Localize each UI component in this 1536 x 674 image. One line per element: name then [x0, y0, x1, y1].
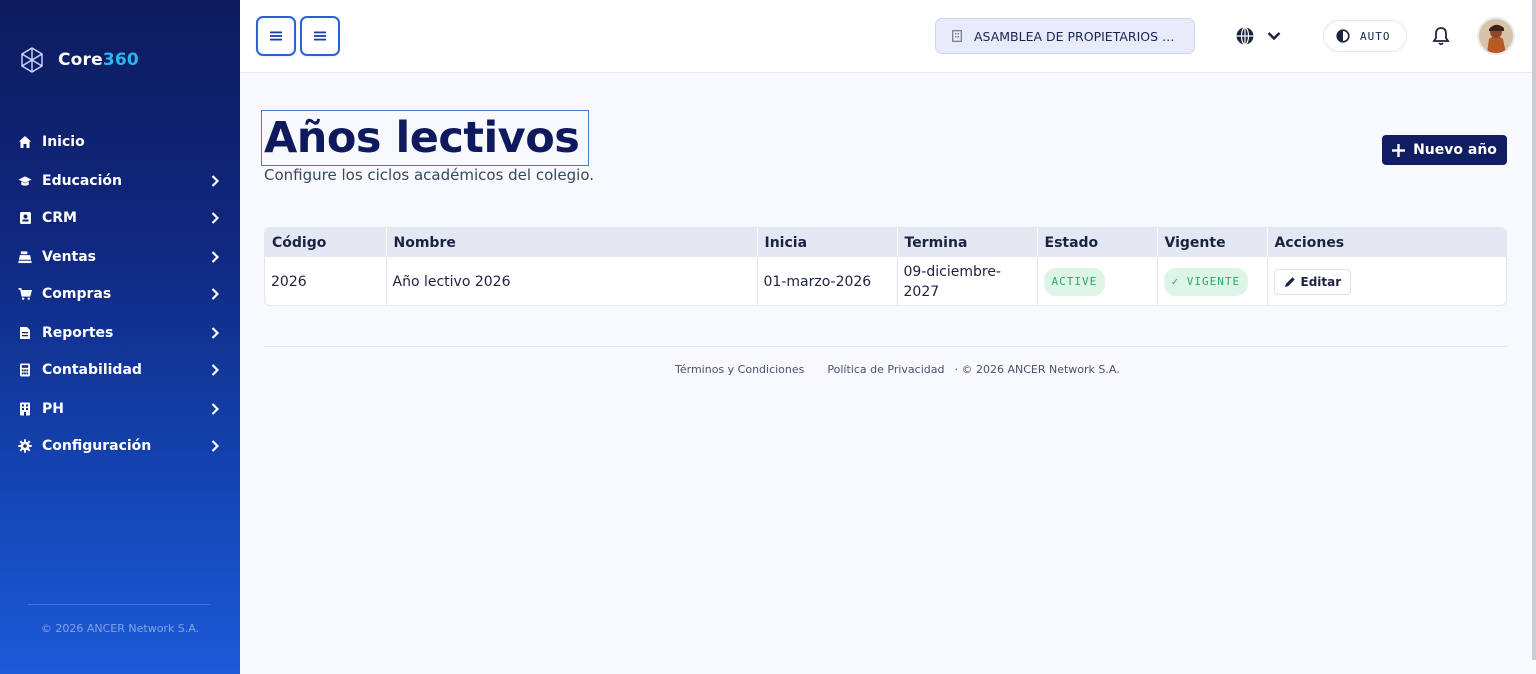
- sidebar: Core360 Inicio Educación CRM Ventas Comp…: [0, 0, 240, 674]
- globe-icon[interactable]: [1234, 25, 1256, 47]
- page-title: Años lectivos: [264, 113, 580, 163]
- chevron-right-icon: [211, 440, 220, 452]
- chevron-right-icon: [211, 327, 220, 339]
- sidebar-item-ph[interactable]: PH: [0, 390, 240, 428]
- new-year-button[interactable]: Nuevo año: [1382, 135, 1507, 165]
- page-subtitle: Configure los ciclos académicos del cole…: [264, 166, 595, 184]
- sidebar-item-label: Configuración: [42, 438, 152, 454]
- cell-termina: 09-diciembre-2027: [897, 257, 1038, 305]
- menu-icon: [314, 31, 326, 41]
- contrast-icon: [1336, 29, 1350, 43]
- cell-codigo: 2026: [265, 257, 387, 305]
- current-badge: ✓ VIGENTE: [1163, 267, 1249, 296]
- organization-selector[interactable]: ASAMBLEA DE PROPIETARIOS DE ...: [935, 18, 1195, 54]
- sidebar-item-label: Compras: [42, 286, 112, 302]
- table-row: 2026 Año lectivo 2026 01-marzo-2026 09-d…: [265, 257, 1506, 305]
- cash-register-icon: [18, 250, 32, 264]
- chevron-right-icon: [211, 364, 220, 376]
- column-header-codigo[interactable]: Código: [265, 228, 387, 257]
- sidebar-item-reportes[interactable]: Reportes: [0, 314, 240, 352]
- page-scrollbar[interactable]: [1532, 0, 1536, 660]
- chevron-right-icon: [211, 288, 220, 300]
- user-avatar[interactable]: [1477, 17, 1515, 55]
- sidebar-item-label: Ventas: [42, 249, 97, 265]
- core360-logo-icon: [21, 47, 43, 73]
- edit-button-label: Editar: [1300, 274, 1342, 289]
- organization-name: ASAMBLEA DE PROPIETARIOS DE ...: [974, 28, 1184, 44]
- footer-copyright: · © 2026 ANCER Network S.A.: [954, 363, 1120, 376]
- plus-icon: [1392, 143, 1406, 157]
- sidebar-divider: [28, 604, 210, 605]
- brand-logo[interactable]: Core360: [18, 46, 139, 74]
- theme-label: AUTO: [1360, 29, 1391, 43]
- calculator-icon: [18, 363, 32, 377]
- sidebar-item-educacion[interactable]: Educación: [0, 162, 240, 200]
- sidebar-item-label: Contabilidad: [42, 362, 142, 378]
- sidebar-item-ventas[interactable]: Ventas: [0, 238, 240, 276]
- bell-icon[interactable]: [1431, 25, 1451, 47]
- sidebar-item-configuracion[interactable]: Configuración: [0, 427, 240, 465]
- cell-inicia: 01-marzo-2026: [757, 257, 898, 305]
- user-photo-icon: [1479, 19, 1513, 53]
- column-header-vigente[interactable]: Vigente: [1157, 228, 1268, 257]
- cell-estado: ACTIVE: [1037, 257, 1158, 305]
- sidebar-item-compras[interactable]: Compras: [0, 275, 240, 313]
- toggle-menu-button[interactable]: [300, 16, 340, 56]
- sidebar-item-label: Educación: [42, 173, 122, 189]
- sidebar-item-inicio[interactable]: Inicio: [0, 123, 240, 161]
- gear-icon: [18, 439, 32, 453]
- sidebar-copyright: © 2026 ANCER Network S.A.: [40, 622, 200, 635]
- page-footer: Términos y Condiciones Política de Priva…: [675, 363, 1120, 376]
- chevron-right-icon: [211, 212, 220, 224]
- building-icon: [18, 402, 32, 416]
- toggle-sidebar-button[interactable]: [256, 16, 296, 56]
- sidebar-item-label: PH: [42, 401, 64, 417]
- chevron-right-icon: [211, 251, 220, 263]
- sidebar-item-crm[interactable]: CRM: [0, 199, 240, 237]
- sidebar-item-label: Reportes: [42, 325, 114, 341]
- chevron-right-icon: [211, 175, 220, 187]
- cell-acciones: Editar: [1267, 257, 1506, 305]
- sidebar-item-label: Inicio: [42, 134, 85, 150]
- building-icon: [952, 30, 962, 42]
- sidebar-item-contabilidad[interactable]: Contabilidad: [0, 351, 240, 389]
- terms-link[interactable]: Términos y Condiciones: [675, 363, 804, 376]
- column-header-nombre[interactable]: Nombre: [386, 228, 758, 257]
- academic-years-table: Código Nombre Inicia Termina Estado Vige…: [264, 227, 1507, 306]
- home-icon: [18, 135, 32, 149]
- report-file-icon: [18, 326, 32, 340]
- theme-toggle[interactable]: AUTO: [1323, 20, 1407, 52]
- table-header-row: Código Nombre Inicia Termina Estado Vige…: [265, 228, 1506, 257]
- contact-card-icon: [18, 211, 32, 225]
- privacy-link[interactable]: Política de Privacidad: [827, 363, 944, 376]
- topbar: ASAMBLEA DE PROPIETARIOS DE ... AUTO: [240, 0, 1532, 73]
- edit-button[interactable]: Editar: [1273, 268, 1352, 295]
- brand-name: Core360: [58, 50, 139, 70]
- column-header-inicia[interactable]: Inicia: [757, 228, 898, 257]
- shopping-cart-icon: [18, 287, 32, 301]
- chevron-down-icon[interactable]: [1266, 28, 1282, 44]
- column-header-termina[interactable]: Termina: [897, 228, 1038, 257]
- new-year-button-label: Nuevo año: [1413, 142, 1497, 158]
- status-badge: ACTIVE: [1043, 267, 1106, 296]
- footer-divider: [264, 346, 1507, 347]
- chevron-right-icon: [211, 403, 220, 415]
- sidebar-item-label: CRM: [42, 210, 77, 226]
- pencil-icon: [1284, 276, 1295, 287]
- column-header-acciones: Acciones: [1267, 228, 1506, 257]
- cell-nombre: Año lectivo 2026: [386, 257, 758, 305]
- menu-icon: [270, 31, 282, 41]
- column-header-estado[interactable]: Estado: [1037, 228, 1158, 257]
- cell-vigente: ✓ VIGENTE: [1157, 257, 1268, 305]
- graduation-cap-icon: [18, 174, 32, 188]
